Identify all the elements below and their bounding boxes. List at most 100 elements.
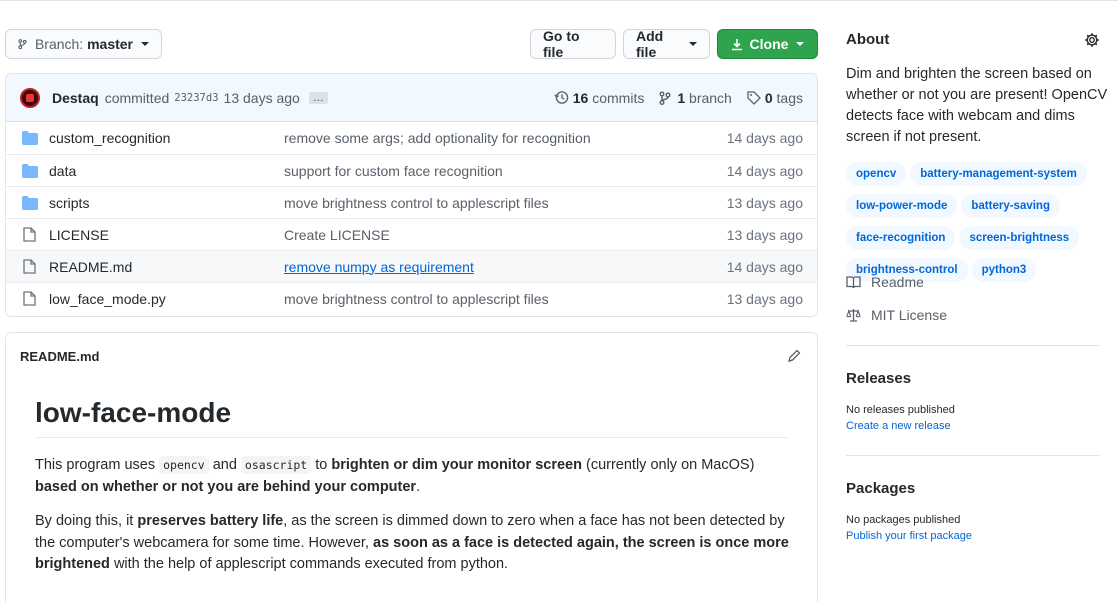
about-heading: About <box>846 31 890 48</box>
file-age: 13 days ago <box>726 290 803 307</box>
readme-link[interactable]: Readme <box>846 274 924 290</box>
file-row-license[interactable]: LICENSE Create LICENSE 13 days ago <box>6 218 817 250</box>
history-icon <box>554 91 568 104</box>
commit-message[interactable]: support for custom face recognition <box>284 163 503 179</box>
repo-stats: 16 commits 1 branch 0 tags <box>554 90 803 106</box>
file-age: 14 days ago <box>726 130 803 146</box>
commit-action: committed <box>104 89 170 106</box>
commits-link[interactable]: 16 commits <box>554 89 645 106</box>
readme-paragraph-1: This program uses opencv and osascript t… <box>35 454 795 498</box>
bold-text: brighten or dim your monitor screen <box>331 457 582 473</box>
about-description: Dim and brighten the screen based on whe… <box>846 66 1108 145</box>
git-branch-icon <box>659 91 671 105</box>
publish-package-link[interactable]: Publish your first package <box>846 530 972 542</box>
file-name[interactable]: README.md <box>49 259 132 275</box>
branch-select-button[interactable]: Branch: master <box>5 29 162 59</box>
readme-title: low-face-mode <box>35 397 232 428</box>
gear-icon[interactable] <box>1084 32 1100 48</box>
file-name[interactable]: data <box>49 163 76 179</box>
commits-count: 16 <box>572 89 589 106</box>
clone-button[interactable]: Clone <box>717 29 818 59</box>
folder-icon <box>22 196 38 210</box>
topic-tag[interactable]: screen-brightness <box>959 226 1080 250</box>
download-icon <box>731 38 742 50</box>
file-age: 13 days ago <box>726 194 803 211</box>
clone-label: Clone <box>749 36 789 52</box>
commit-message[interactable]: move brightness control to applescript f… <box>284 195 549 211</box>
file-row-readme[interactable]: README.md remove numpy as requirement 14… <box>6 250 817 282</box>
file-row-scripts[interactable]: scripts move brightness control to apple… <box>6 186 817 218</box>
readme-paragraph-2: By doing this, it preserves battery life… <box>35 511 795 576</box>
releases-status: No releases published <box>846 404 955 416</box>
file-icon <box>23 259 36 274</box>
file-row-data[interactable]: data support for custom face recognition… <box>6 154 817 186</box>
law-icon <box>846 309 861 322</box>
commit-message[interactable]: move brightness control to applescript f… <box>284 291 549 307</box>
file-age: 14 days ago <box>726 162 803 179</box>
topic-tag[interactable]: battery-saving <box>961 194 1060 218</box>
tags-count: 0 <box>764 89 773 106</box>
topic-tag[interactable]: battery-management-system <box>910 162 1087 186</box>
folder-icon <box>22 164 38 178</box>
go-to-file-button[interactable]: Go to file <box>530 28 616 60</box>
text: By doing this, it <box>35 513 134 529</box>
commit-message[interactable]: Create LICENSE <box>284 227 390 243</box>
commit-message[interactable]: remove some args; add optionality for re… <box>284 130 591 146</box>
file-name[interactable]: scripts <box>49 195 89 211</box>
sidebar-divider <box>846 455 1100 456</box>
readme-panel: README.md low-face-mode This program use… <box>5 332 818 602</box>
pencil-icon[interactable] <box>787 349 801 363</box>
tags-link[interactable]: 0 tags <box>747 90 803 106</box>
text: with the help of applescript commands ex… <box>113 556 509 572</box>
latest-commit-bar: Destaq committed 23237d3 13 days ago … 1… <box>6 74 817 122</box>
text: and <box>212 457 237 473</box>
file-age: 14 days ago <box>726 258 803 275</box>
inline-code: osascript <box>240 456 312 474</box>
topic-tag[interactable]: low-power-mode <box>846 194 958 218</box>
file-name[interactable]: low_face_mode.py <box>49 291 166 307</box>
commits-label: commits <box>592 89 645 106</box>
branch-prefix: Branch: <box>34 36 84 52</box>
go-to-file-label: Go to file <box>543 28 580 60</box>
commit-author[interactable]: Destaq <box>52 90 99 106</box>
text: This program uses <box>35 457 156 473</box>
commit-expand-button[interactable]: … <box>308 91 328 104</box>
commit-age: 13 days ago <box>223 89 300 106</box>
avatar[interactable] <box>20 87 40 108</box>
file-row-custom_recognition[interactable]: custom_recognition remove some args; add… <box>6 122 817 154</box>
commit-message[interactable]: remove numpy as requirement <box>284 259 474 275</box>
file-row-low_face_mode[interactable]: low_face_mode.py move brightness control… <box>6 282 817 314</box>
packages-heading[interactable]: Packages <box>846 480 915 497</box>
text: (currently only on MacOS) <box>585 457 755 473</box>
top-divider <box>0 0 1118 1</box>
add-file-button[interactable]: Add file <box>623 28 710 60</box>
git-branch-icon <box>18 39 27 50</box>
commit-hash[interactable]: 23237d3 <box>174 92 218 104</box>
bold-text: based on whether or not you are behind y… <box>35 479 417 495</box>
inline-code: opencv <box>159 456 209 474</box>
branch-name: master <box>87 36 133 52</box>
branches-link[interactable]: 1 branch <box>659 90 732 106</box>
add-file-label: Add file <box>636 28 664 60</box>
readme-title-rule <box>35 437 789 438</box>
readme-file-label: README.md <box>20 349 100 364</box>
topics-list: opencv battery-management-system low-power… <box>846 162 1108 290</box>
topic-tag[interactable]: opencv <box>846 162 907 186</box>
create-release-link[interactable]: Create a new release <box>846 420 951 432</box>
text: to <box>315 457 328 473</box>
tags-label: tags <box>776 89 803 106</box>
folder-icon <box>22 131 38 145</box>
book-icon <box>846 276 861 289</box>
releases-heading[interactable]: Releases <box>846 370 911 387</box>
license-link-label: MIT License <box>871 307 947 323</box>
readme-link-label: Readme <box>871 274 924 290</box>
chevron-down-icon <box>796 42 805 46</box>
license-link[interactable]: MIT License <box>846 307 947 323</box>
topic-tag[interactable]: python3 <box>971 258 1037 282</box>
text: . <box>416 479 421 495</box>
file-icon <box>23 227 36 242</box>
file-name[interactable]: custom_recognition <box>49 130 170 146</box>
chevron-down-icon <box>689 42 697 46</box>
topic-tag[interactable]: face-recognition <box>846 226 956 250</box>
file-name[interactable]: LICENSE <box>49 227 109 243</box>
